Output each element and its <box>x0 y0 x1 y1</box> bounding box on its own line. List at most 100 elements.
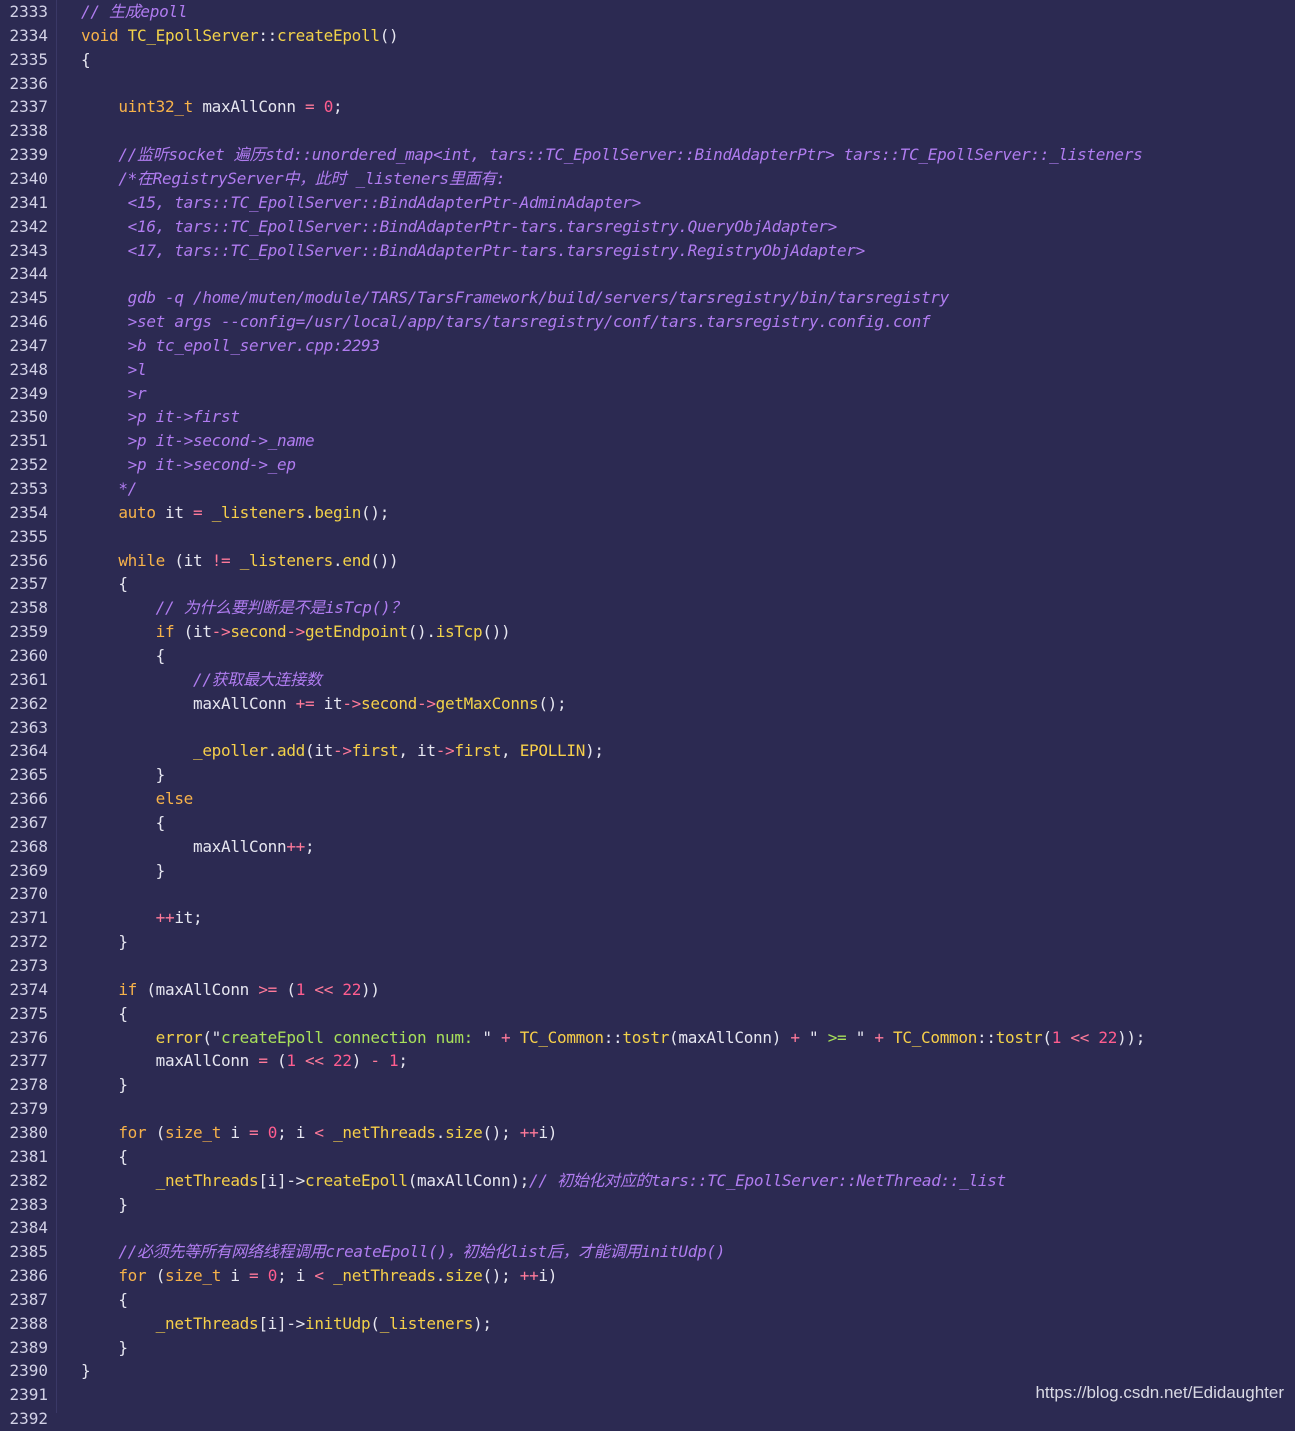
code-token: 1 <box>389 1051 399 1071</box>
code-line: 2363 <box>0 716 1295 740</box>
code-text: { <box>81 811 166 835</box>
code-token: ( <box>277 1051 287 1071</box>
code-token: ++ <box>519 1266 539 1286</box>
line-number: 2340 <box>9 168 48 188</box>
line-number: 2377 <box>9 1051 48 1071</box>
line-number: 2374 <box>9 979 48 999</box>
code-token: 0 <box>267 1266 278 1286</box>
line-number: 2382 <box>9 1170 48 1190</box>
code-token: :: <box>603 1027 623 1047</box>
code-line: 2365 } <box>0 763 1295 787</box>
line-number: 2371 <box>9 908 48 928</box>
code-line: 2367 { <box>0 811 1295 835</box>
code-text: error("createEpoll connection num: " + T… <box>81 1026 1146 1050</box>
line-number: 2361 <box>9 669 48 689</box>
code-line: 2340 /*在RegistryServer中，此时 _listeners里面有… <box>0 167 1295 191</box>
code-token: (it <box>183 622 212 642</box>
code-token: + <box>501 1027 520 1047</box>
code-token: */ <box>81 479 137 498</box>
code-token: = <box>258 1051 277 1071</box>
code-line: 2360 { <box>0 644 1295 668</box>
line-number: 2335 <box>9 49 48 69</box>
code-line: 2349 >r <box>0 382 1295 406</box>
code-token: = <box>305 97 324 117</box>
code-text: <15, tars::TC_EpollServer::BindAdapterPt… <box>81 191 642 215</box>
line-number: 2380 <box>9 1122 48 1142</box>
line-number: 2348 <box>9 359 48 379</box>
line-number: 2352 <box>9 455 48 475</box>
code-token: (); <box>538 693 567 713</box>
line-number: 2343 <box>9 240 48 260</box>
code-line: 2339 //监听socket 遍历std::unordered_map<int… <box>0 143 1295 167</box>
code-token: //监听socket 遍历std::unordered_map<int, tar… <box>118 145 1143 165</box>
code-text: if (it->second->getEndpoint().isTcp()) <box>81 620 511 644</box>
code-line: 2342 <16, tars::TC_EpollServer::BindAdap… <box>0 215 1295 239</box>
code-text: { <box>81 572 128 596</box>
code-token: -> <box>435 741 455 761</box>
code-text: else <box>81 787 194 811</box>
code-token: >p it->first <box>81 407 240 427</box>
line-number: 2346 <box>9 312 48 332</box>
code-token: for <box>118 1266 156 1286</box>
code-token: size <box>445 1122 483 1142</box>
code-line: 2388 _netThreads[i]->initUdp(_listeners)… <box>0 1312 1295 1336</box>
code-line: 2335 { <box>0 48 1295 72</box>
code-text: } <box>81 1359 91 1383</box>
line-number: 2385 <box>9 1242 48 1262</box>
code-token: 22 <box>342 979 362 999</box>
code-token: << <box>305 1051 334 1071</box>
code-token: 1 <box>286 1051 306 1071</box>
code-line: 2344 <box>0 262 1295 286</box>
code-text: >b tc_epoll_server.cpp:2293 <box>81 334 380 358</box>
code-token: getEndpoint <box>305 622 408 642</box>
line-number: 2375 <box>9 1003 48 1023</box>
code-text: >l <box>81 358 147 382</box>
code-token: . <box>435 1266 446 1286</box>
code-token: else <box>155 789 194 809</box>
code-line: 2372 } <box>0 930 1295 954</box>
code-text: _netThreads[i]->initUdp(_listeners); <box>81 1312 492 1336</box>
code-line: 2384 <box>0 1216 1295 1240</box>
code-line: 2334 void TC_EpollServer::createEpoll() <box>0 24 1295 48</box>
code-token: (it <box>174 550 212 570</box>
code-token: + <box>790 1027 810 1047</box>
code-token: i) <box>538 1122 558 1142</box>
code-line: 2379 <box>0 1097 1295 1121</box>
code-token: ( <box>155 1122 166 1142</box>
code-token: } <box>81 932 128 952</box>
code-line: 2350 >p it->first <box>0 405 1295 429</box>
code-text: { <box>81 1002 128 1026</box>
code-text: for (size_t i = 0; i < _netThreads.size(… <box>81 1264 557 1288</box>
code-token: <17, tars::TC_EpollServer::BindAdapterPt… <box>81 240 866 260</box>
code-text: uint32_t maxAllConn = 0; <box>81 95 342 119</box>
code-token: . <box>305 502 315 522</box>
code-line: 2354 auto it = _listeners.begin(); <box>0 501 1295 525</box>
code-token: { <box>81 812 166 832</box>
code-line: 2378 } <box>0 1073 1295 1097</box>
code-token: -> <box>342 693 361 713</box>
code-token: auto <box>118 502 166 522</box>
line-number: 2336 <box>9 73 48 93</box>
code-token: . <box>333 550 343 570</box>
code-token: } <box>81 1361 91 1381</box>
line-number: 2356 <box>9 550 48 570</box>
code-text: if (maxAllConn >= (1 << 22)) <box>81 978 380 1002</box>
code-token: :: <box>977 1027 996 1047</box>
line-number: 2390 <box>9 1361 48 1381</box>
code-text: >p it->first <box>81 405 240 429</box>
code-token: . <box>435 1122 446 1142</box>
code-editor[interactable]: 2333 // 生成epoll 2334 void TC_EpollServer::c… <box>0 0 1295 1428</box>
code-token: maxAllConn <box>81 693 296 713</box>
line-number: 2368 <box>9 836 48 856</box>
code-text: maxAllConn = (1 << 22) - 1; <box>81 1049 408 1073</box>
code-line: 2333 // 生成epoll <box>0 0 1295 24</box>
code-line: 2343 <17, tars::TC_EpollServer::BindAdap… <box>0 239 1295 263</box>
code-text: void TC_EpollServer::createEpoll() <box>81 24 399 48</box>
code-token: (); <box>482 1266 520 1286</box>
code-text: while (it != _listeners.end()) <box>81 549 398 573</box>
code-token: maxAllConn <box>81 836 287 856</box>
line-number: 2341 <box>9 192 48 212</box>
code-token: (maxAllConn <box>146 979 259 999</box>
